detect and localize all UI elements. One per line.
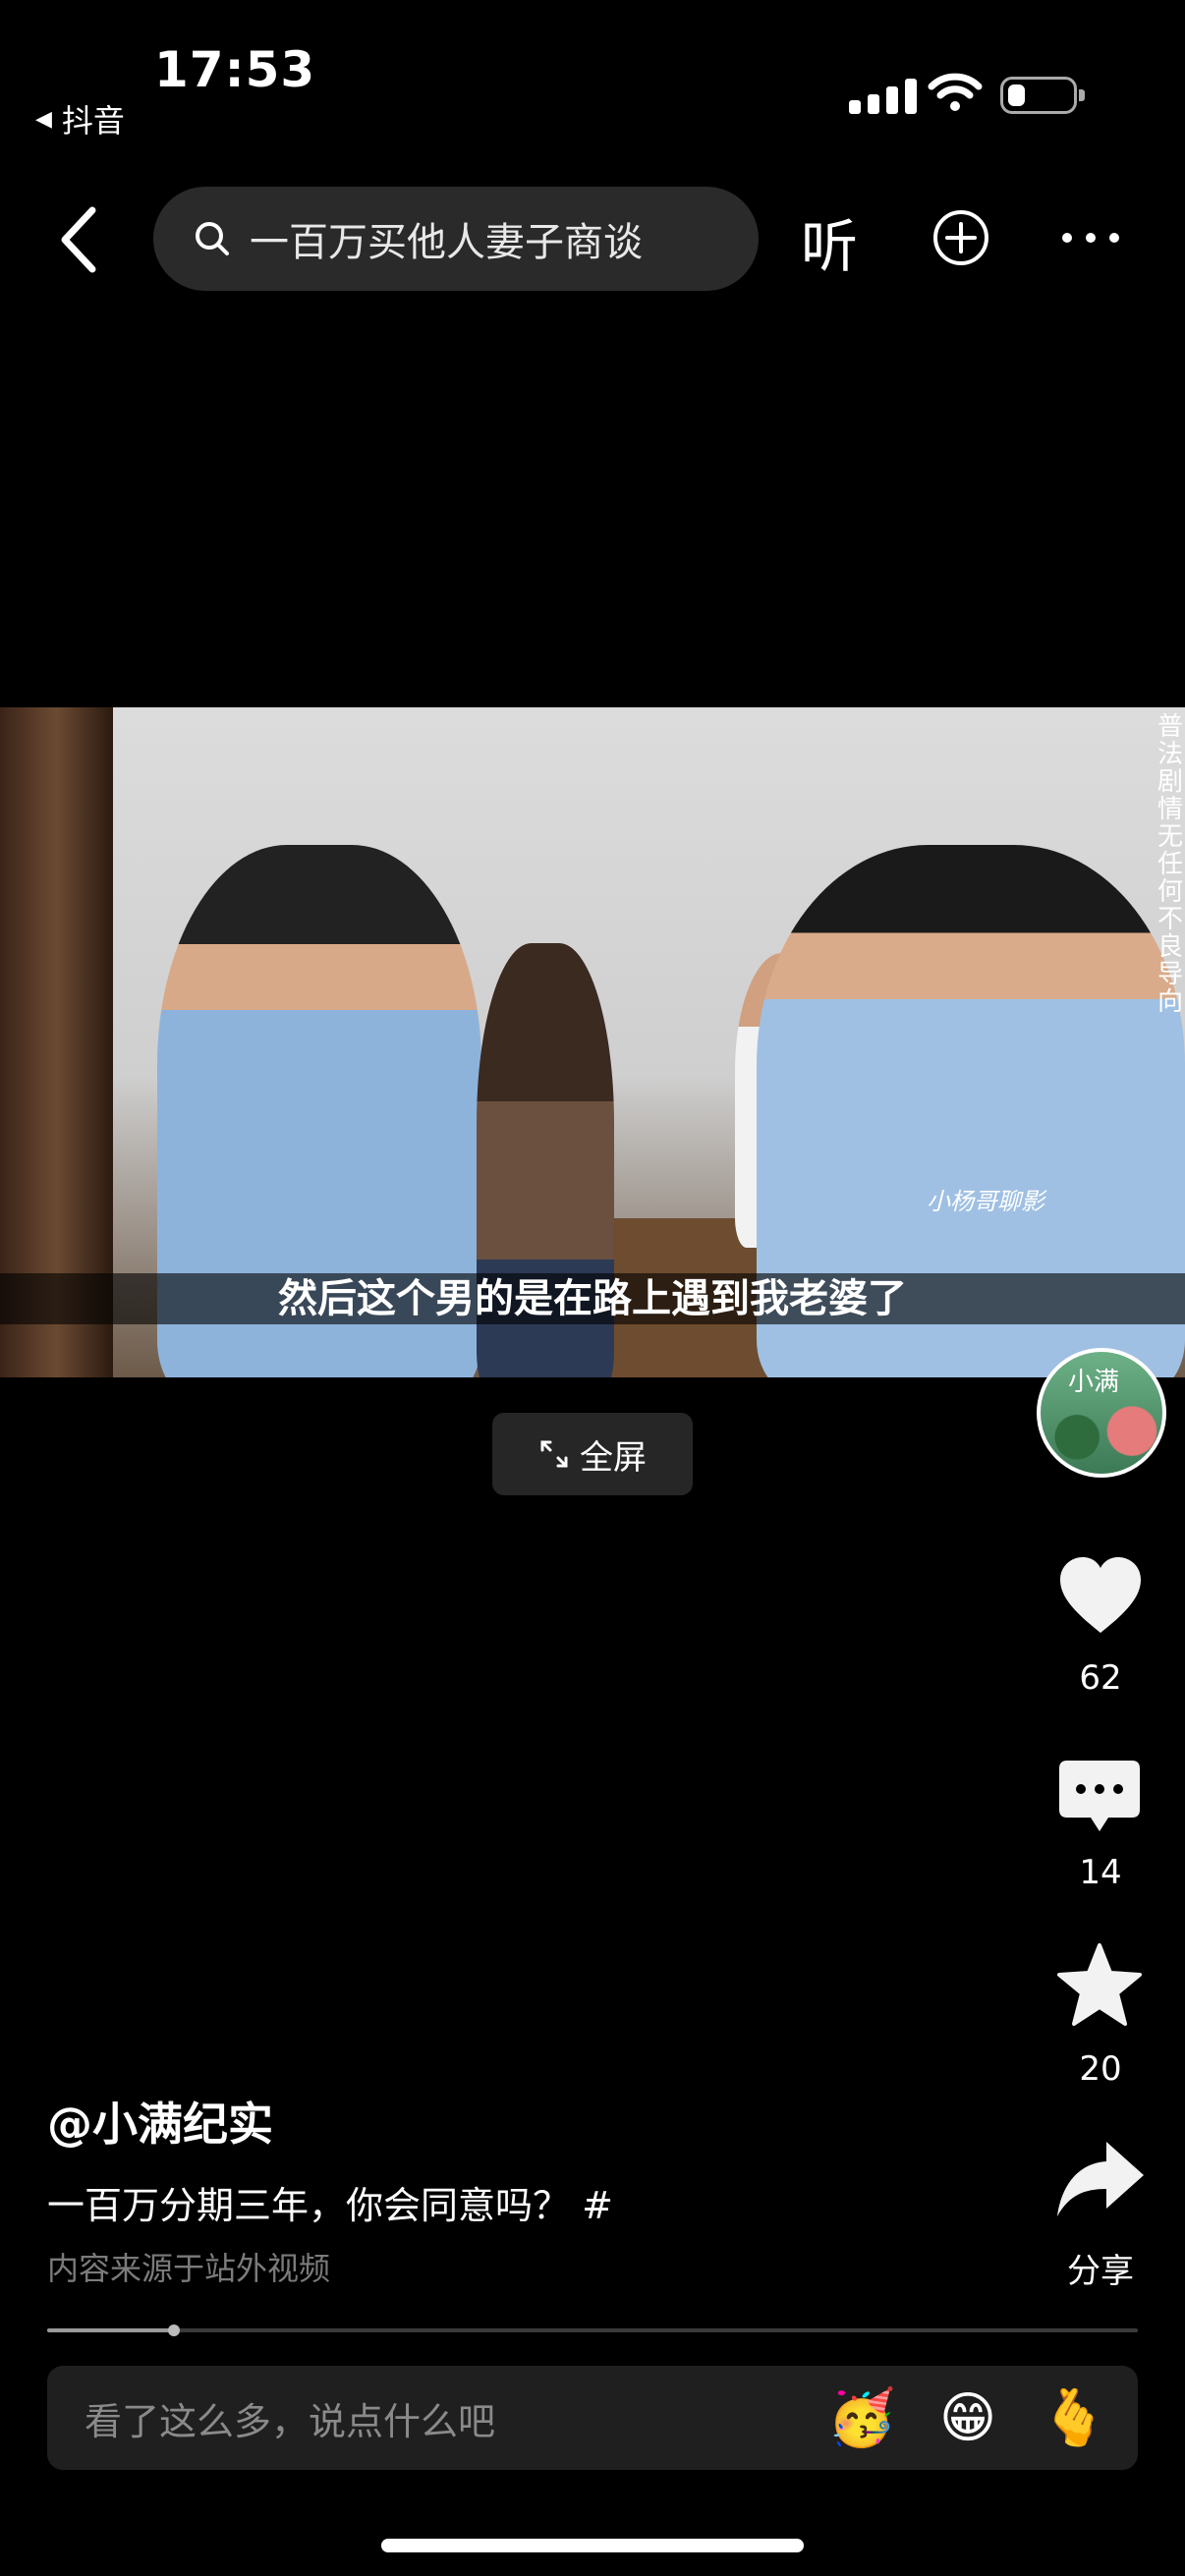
comment-input[interactable]: 看了这么多，说点什么吧 🥳 😁 🫰 <box>47 2366 1138 2470</box>
progress-knob[interactable] <box>167 2324 180 2336</box>
video-progress-bar[interactable] <box>47 2324 1138 2336</box>
expand-icon <box>540 1440 568 1468</box>
comment-placeholder: 看了这么多，说点什么吧 <box>85 2399 496 2443</box>
listen-button[interactable]: 听 <box>801 200 858 283</box>
like-heart-icon[interactable] <box>1056 1554 1145 1637</box>
comment-count: 14 <box>1079 1853 1122 1892</box>
status-time: 17:53 <box>154 41 316 98</box>
video-vertical-notice: 普法剧情 无任何不良导向 <box>1157 712 1183 1017</box>
share-label: 分享 <box>1067 2252 1134 2291</box>
cellular-signal-icon <box>849 79 917 114</box>
video-subtitle: 然后这个男的是在路上遇到我老婆了 <box>0 1273 1185 1324</box>
back-arrow-icon[interactable] <box>51 200 110 279</box>
party-face-emoji-icon[interactable]: 🥳 <box>827 2385 896 2450</box>
wifi-icon <box>928 73 983 111</box>
share-arrow-icon[interactable] <box>1055 2138 1146 2220</box>
favorite-count: 20 <box>1079 2049 1122 2089</box>
creator-avatar[interactable]: 小满 <box>1037 1348 1166 1478</box>
search-query-text: 一百万买他人妻子商谈 <box>250 220 643 265</box>
video-watermark: 小杨哥聊影 <box>927 1188 1044 1215</box>
back-triangle-icon: ◀ <box>35 106 52 132</box>
avatar-text: 小满 <box>1068 1368 1120 1397</box>
grin-emoji-icon[interactable]: 😁 <box>939 2386 996 2450</box>
plus-circle-icon[interactable] <box>931 208 990 267</box>
battery-icon <box>1000 77 1085 114</box>
progress-fill <box>47 2328 174 2332</box>
home-indicator[interactable] <box>381 2539 804 2552</box>
back-to-app-button[interactable]: ◀ 抖音 <box>35 96 125 141</box>
fullscreen-button[interactable]: 全屏 <box>492 1413 693 1495</box>
video-description[interactable]: 一百万分期三年，你会同意吗？ # <box>47 2175 613 2229</box>
back-app-label: 抖音 <box>61 102 125 140</box>
like-count: 62 <box>1079 1658 1122 1698</box>
more-icon[interactable] <box>1059 228 1122 248</box>
source-note: 内容来源于站外视频 <box>47 2250 331 2287</box>
comment-bubble-icon[interactable] <box>1057 1757 1142 1839</box>
heart-hands-emoji-icon[interactable]: 🫰 <box>1040 2385 1108 2450</box>
search-icon <box>196 222 229 255</box>
favorite-star-icon[interactable] <box>1055 1941 1144 2028</box>
search-input[interactable]: 一百万买他人妻子商谈 <box>153 187 759 291</box>
author-name[interactable]: @小满纪实 <box>47 2089 273 2154</box>
fullscreen-label: 全屏 <box>580 1437 647 1478</box>
